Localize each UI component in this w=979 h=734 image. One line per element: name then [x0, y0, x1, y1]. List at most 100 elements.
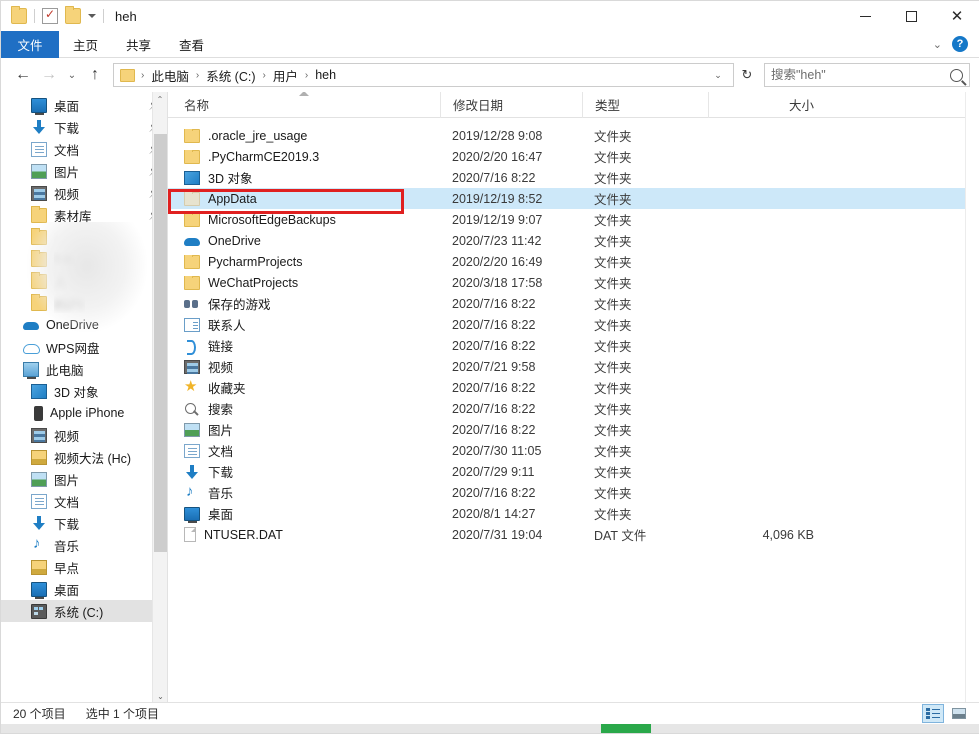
table-row[interactable]: 文档2020/7/30 11:05文件夹: [168, 440, 979, 461]
file-name: MicrosoftEdgeBackups: [208, 213, 336, 227]
cell-date: 2020/2/20 16:49: [440, 255, 582, 269]
column-header-date[interactable]: 修改日期: [440, 92, 582, 118]
file-name: 3D 对象: [208, 168, 252, 187]
breadcrumb-system-c[interactable]: 系统 (C:): [202, 65, 259, 86]
documents-icon: [31, 142, 47, 157]
file-list-scrollbar[interactable]: [965, 92, 979, 704]
this-pc-icon: [23, 362, 39, 377]
sidebar-item[interactable]: h e.: [1, 248, 167, 270]
breadcrumb-users[interactable]: 用户: [269, 65, 302, 86]
table-row[interactable]: OneDrive2020/7/23 11:42文件夹: [168, 230, 979, 251]
sidebar-item[interactable]: 视频📌: [1, 182, 167, 204]
navigation-scrollbar[interactable]: ⌃ ⌄: [152, 92, 167, 704]
cell-type: 文件夹: [582, 210, 708, 229]
close-button[interactable]: ✕: [934, 1, 979, 31]
sidebar-item[interactable]: 3D 对象: [1, 380, 167, 402]
sidebar-item[interactable]: 文档: [1, 490, 167, 512]
large-icons-view-button[interactable]: [948, 704, 970, 723]
minimize-button[interactable]: [842, 1, 888, 31]
taskbar-app-icon: [601, 724, 651, 733]
cell-date: 2020/7/16 8:22: [440, 486, 582, 500]
search-icon[interactable]: [950, 69, 963, 82]
new-folder-icon[interactable]: [65, 8, 81, 24]
table-row[interactable]: 联系人2020/7/16 8:22文件夹: [168, 314, 979, 335]
table-row[interactable]: NTUSER.DAT2020/7/31 19:04DAT 文件4,096 KB: [168, 524, 979, 545]
table-row[interactable]: .oracle_jre_usage2019/12/28 9:08文件夹: [168, 125, 979, 146]
table-row[interactable]: 图片2020/7/16 8:22文件夹: [168, 419, 979, 440]
column-header-name[interactable]: 名称: [168, 92, 440, 118]
sidebar-item[interactable]: 视频大法 (Hc): [1, 446, 167, 468]
sidebar-item[interactable]: 桌面: [1, 578, 167, 600]
table-row[interactable]: 下载2020/7/29 9:11文件夹: [168, 461, 979, 482]
refresh-button[interactable]: ↻: [736, 63, 758, 87]
sidebar-item[interactable]: 早点: [1, 556, 167, 578]
table-row[interactable]: 音乐2020/7/16 8:22文件夹: [168, 482, 979, 503]
table-row[interactable]: 搜索2020/7/16 8:22文件夹: [168, 398, 979, 419]
tab-share[interactable]: 共享: [112, 31, 165, 58]
documents-icon: [31, 494, 47, 509]
sidebar-item[interactable]: 素材库📌: [1, 204, 167, 226]
sidebar-item[interactable]: 下载📌: [1, 116, 167, 138]
sidebar-item[interactable]: 图片: [1, 468, 167, 490]
sidebar-item[interactable]: OneDrive: [1, 314, 167, 336]
sidebar-item-label: 下载: [54, 514, 79, 533]
table-row[interactable]: AppData2019/12/19 8:52文件夹: [168, 188, 979, 209]
breadcrumb-this-pc[interactable]: 此电脑: [147, 65, 193, 86]
search-box[interactable]: [764, 63, 970, 87]
table-row[interactable]: 收藏夹2020/7/16 8:22文件夹: [168, 377, 979, 398]
sidebar-item[interactable]: 图片📌: [1, 160, 167, 182]
sidebar-item[interactable]: 此电脑: [1, 358, 167, 380]
scroll-up-icon[interactable]: ⌃: [153, 92, 167, 107]
table-row[interactable]: 链接2020/7/16 8:22文件夹: [168, 335, 979, 356]
tab-view[interactable]: 查看: [165, 31, 218, 58]
breadcrumb[interactable]: › 此电脑 › 系统 (C:) › 用户 › heh ⌄: [113, 63, 734, 87]
sidebar-item[interactable]: 视频: [1, 424, 167, 446]
sidebar-item[interactable]: WPS网盘: [1, 336, 167, 358]
collapse-ribbon-icon[interactable]: ⌄: [933, 38, 942, 51]
maximize-button[interactable]: [888, 1, 934, 31]
search-input[interactable]: [771, 68, 950, 82]
scrollbar-thumb[interactable]: [154, 134, 167, 552]
table-row[interactable]: 桌面2020/8/1 14:27文件夹: [168, 503, 979, 524]
details-view-button[interactable]: [922, 704, 944, 723]
forward-button[interactable]: →: [37, 63, 61, 87]
sidebar-item[interactable]: 桌面📌: [1, 94, 167, 116]
divider: [103, 9, 104, 23]
sidebar-item[interactable]: 系统 (C:): [1, 600, 167, 622]
cell-date: 2020/7/21 9:58: [440, 360, 582, 374]
cell-type: 文件夹: [582, 462, 708, 481]
sidebar-item[interactable]: 下载: [1, 512, 167, 534]
breadcrumb-heh[interactable]: heh: [311, 67, 340, 83]
cell-type: 文件夹: [582, 147, 708, 166]
chevron-down-icon[interactable]: [88, 14, 96, 18]
address-dropdown-icon[interactable]: ⌄: [709, 64, 727, 86]
help-icon[interactable]: ?: [952, 36, 968, 52]
view-switch-buttons: [922, 704, 979, 723]
column-header-type[interactable]: 类型: [582, 92, 708, 118]
onedrive-icon: [23, 318, 39, 333]
tab-home[interactable]: 主页: [59, 31, 112, 58]
table-row[interactable]: 保存的游戏2020/7/16 8:22文件夹: [168, 293, 979, 314]
table-row[interactable]: MicrosoftEdgeBackups2019/12/19 9:07文件夹: [168, 209, 979, 230]
table-row[interactable]: 3D 对象2020/7/16 8:22文件夹: [168, 167, 979, 188]
folder-icon: [31, 230, 47, 245]
sidebar-item[interactable]: 文档📌: [1, 138, 167, 160]
favorites-icon: [184, 381, 200, 395]
sidebar-item[interactable]: 人: [1, 270, 167, 292]
up-button[interactable]: ↑: [83, 63, 107, 87]
table-row[interactable]: WeChatProjects2020/3/18 17:58文件夹: [168, 272, 979, 293]
sidebar-item[interactable]: Apple iPhone: [1, 402, 167, 424]
sidebar-item[interactable]: ·: [1, 226, 167, 248]
tab-file[interactable]: 文件: [1, 31, 59, 58]
back-button[interactable]: ←: [11, 63, 35, 87]
table-row[interactable]: .PyCharmCE2019.32020/2/20 16:47文件夹: [168, 146, 979, 167]
column-header-size[interactable]: 大小: [708, 92, 828, 118]
properties-icon[interactable]: [42, 8, 58, 24]
table-row[interactable]: 视频2020/7/21 9:58文件夹: [168, 356, 979, 377]
item-count-label: 20 个项目: [13, 705, 66, 722]
sidebar-item[interactable]: 音乐: [1, 534, 167, 556]
folder-icon[interactable]: [11, 8, 27, 24]
recent-locations-button[interactable]: ⌄: [63, 63, 81, 87]
sidebar-item[interactable]: 的iPh: [1, 292, 167, 314]
table-row[interactable]: PycharmProjects2020/2/20 16:49文件夹: [168, 251, 979, 272]
